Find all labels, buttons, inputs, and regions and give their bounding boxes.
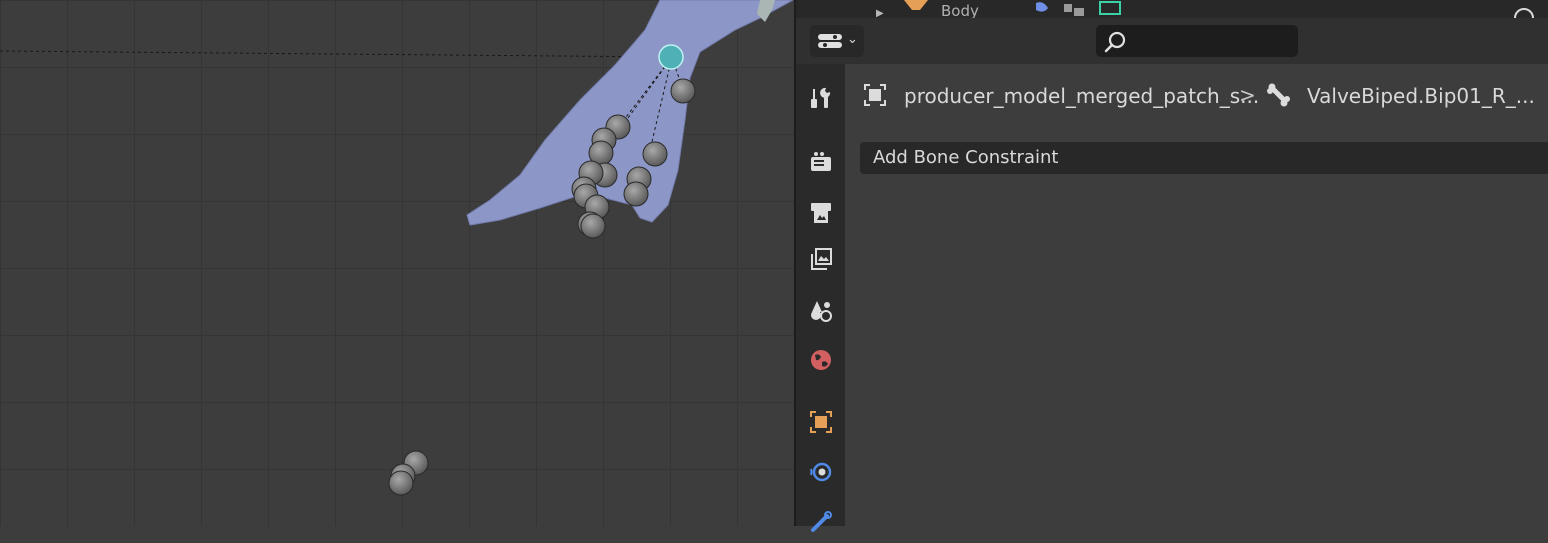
outliner-row-text: Body [941,2,979,18]
properties-header: ⌄ [796,18,1548,64]
breadcrumb: producer_model_merged_patch_s... > Valve… [845,64,1548,114]
search-icon [1104,31,1126,53]
editor-type-dropdown[interactable]: ⌄ [810,25,864,57]
breadcrumb-separator: > [1239,83,1256,107]
outliner-partial: ▶ Body [796,0,1548,18]
scene-icon [811,301,832,322]
properties-search-field[interactable] [1096,25,1298,57]
add-bone-constraint-dropdown[interactable]: Add Bone Constraint [860,142,1548,174]
physics-icon [810,462,832,482]
bone-constraint-icon [811,511,832,532]
object-icon [810,411,832,433]
tab-object[interactable] [800,401,842,443]
tab-world[interactable] [800,339,842,381]
breadcrumb-bone-name: ValveBiped.Bip01_R_... [1307,84,1535,108]
parent-relation-line [0,50,673,58]
render-icon [811,152,831,171]
outliner-icons: ▶ [876,0,1534,18]
properties-tab-bar [796,64,845,532]
tab-output[interactable] [800,192,842,234]
world-icon [811,350,831,370]
add-bone-constraint-label: Add Bone Constraint [873,147,1059,168]
tab-bone-constraint[interactable] [800,501,842,543]
tab-scene[interactable] [800,290,842,332]
active-bone-joint [658,44,684,70]
3d-viewport[interactable] [0,0,794,526]
properties-content: producer_model_merged_patch_s... > Valve… [845,64,1548,526]
bone-icon [1267,83,1290,107]
tab-view-layer[interactable] [800,239,842,281]
viewport-scene [0,0,794,496]
view-layer-icon [811,248,832,270]
tab-render[interactable] [800,141,842,183]
object-icon [864,84,886,106]
properties-editor-icon [818,34,842,48]
tab-tool[interactable] [800,77,842,119]
breadcrumb-object-name: producer_model_merged_patch_s... [904,84,1260,108]
chevron-down-icon: ⌄ [847,32,858,47]
output-icon [811,203,831,223]
svg-text:▶: ▶ [876,8,884,18]
tab-physics[interactable] [800,451,842,493]
tool-icon [811,87,831,108]
properties-editor: ⌄ producer_model_merged_patch_s... > Val… [796,18,1548,532]
